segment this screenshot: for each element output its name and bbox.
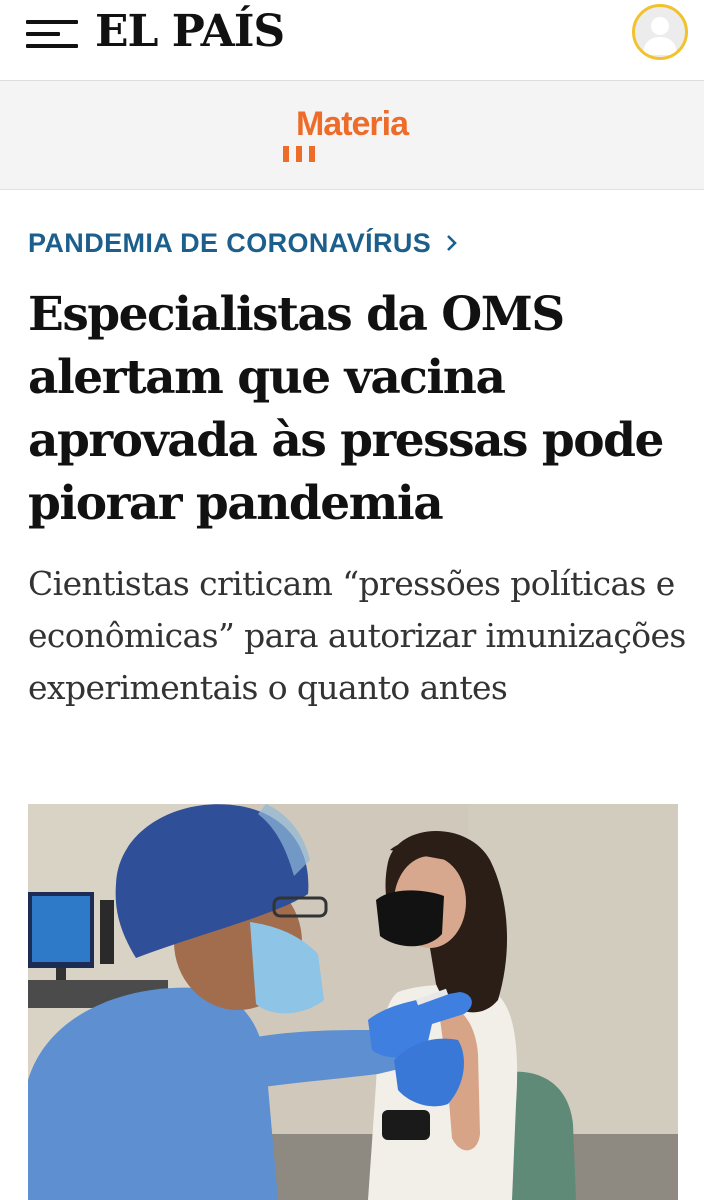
chevron-right-icon <box>445 228 459 259</box>
section-bars-icon <box>283 146 317 162</box>
section-name: Materia <box>295 105 409 143</box>
user-avatar-icon[interactable] <box>632 4 688 60</box>
el-pais-logo[interactable]: EL PAÍS <box>95 6 285 57</box>
article-photo[interactable] <box>28 804 678 1200</box>
article-subheadline: Cientistas criticam “pressões políticas … <box>28 564 686 707</box>
article-headline: Especialistas da OMS alertam que vacina … <box>28 287 664 531</box>
hamburger-menu-icon[interactable] <box>26 18 78 50</box>
kicker-text: PANDEMIA DE CORONAVÍRUS <box>28 228 432 258</box>
materia-section-logo[interactable]: Materia <box>0 105 704 162</box>
section-banner: Materia <box>0 81 704 190</box>
top-navigation-bar: EL PAÍS <box>0 0 704 81</box>
kicker-link[interactable]: PANDEMIA DE CORONAVÍRUS <box>28 228 459 259</box>
